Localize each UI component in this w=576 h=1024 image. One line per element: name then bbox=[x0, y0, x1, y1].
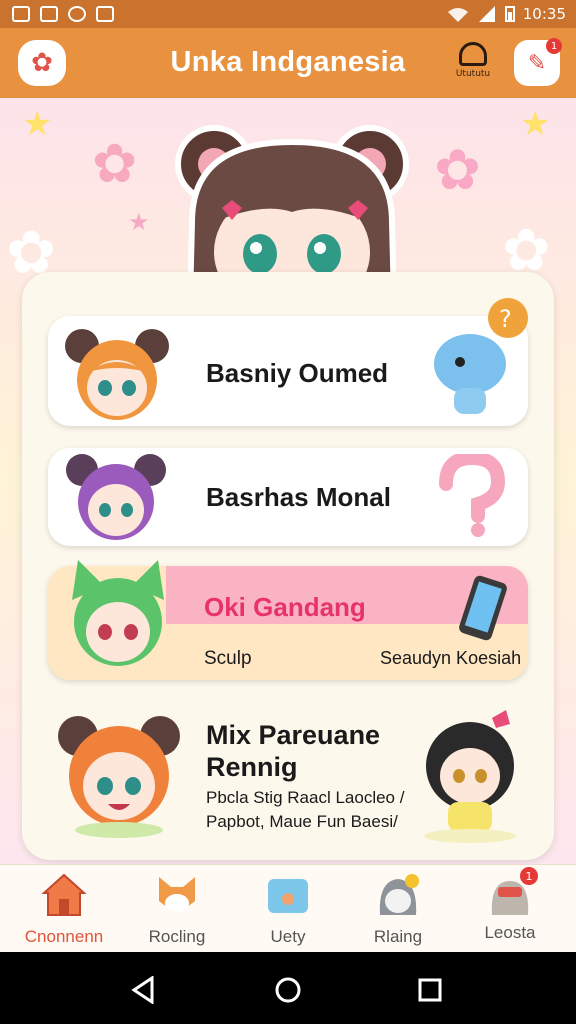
card-desc-line-1: Pbcla Stig Raacl Laocleo / bbox=[206, 788, 405, 807]
wifi-icon bbox=[447, 8, 468, 22]
blue-box-icon bbox=[268, 879, 308, 913]
nav-badge: 1 bbox=[520, 867, 538, 885]
card-title-line-2: Rennig bbox=[206, 752, 298, 782]
star-decoration-icon: ★ bbox=[22, 104, 53, 144]
card-title: Oki Gandang bbox=[204, 592, 366, 622]
back-icon[interactable] bbox=[130, 976, 156, 1004]
green-hair-avatar bbox=[72, 560, 164, 666]
orange-hair-smile-avatar bbox=[58, 716, 180, 838]
clock-text: 10:35 bbox=[522, 5, 566, 23]
character-card-basrhas[interactable]: Basrhas Monal bbox=[48, 448, 528, 546]
messenger-notification-icon bbox=[68, 6, 86, 22]
flower-decoration-icon: ✿ bbox=[92, 132, 138, 195]
card-title-line-1: Mix Pareuane bbox=[206, 720, 381, 750]
pink-question-mark-icon bbox=[439, 454, 506, 537]
nav-label: Rlaing bbox=[373, 927, 423, 946]
star-decoration-icon: ★ bbox=[520, 104, 551, 144]
signal-icon bbox=[478, 6, 495, 22]
recents-icon[interactable] bbox=[418, 978, 442, 1002]
mail-notification-icon bbox=[96, 6, 114, 22]
card-title: Basniy Oumed bbox=[206, 358, 389, 388]
home-circle-icon[interactable] bbox=[274, 976, 302, 1004]
nav-label: Rocling bbox=[148, 927, 206, 946]
home-icon bbox=[41, 873, 87, 916]
svg-text:?: ? bbox=[499, 305, 512, 333]
bell-button[interactable]: Utututu bbox=[448, 42, 498, 86]
bell-label: Utututu bbox=[455, 69, 491, 79]
character-card-basniy[interactable]: Basniy Oumed ? bbox=[48, 298, 528, 426]
app-bar: ✿ Unka Indganesia Utututu ✎ 1 bbox=[0, 28, 576, 98]
card-right-caption: Seaudyn Koesiah bbox=[380, 648, 522, 668]
notification-badge: 1 bbox=[546, 38, 562, 54]
character-card-oki[interactable]: Oki Gandang Sculp Seaudyn Koesiah bbox=[48, 560, 528, 680]
penguin-icon bbox=[379, 874, 419, 915]
nav-item-leosta[interactable]: 1 Leosta bbox=[460, 867, 560, 951]
status-bar: 10:35 bbox=[0, 0, 576, 28]
card-desc-line-2: Papbot, Maue Fun Baesi/ bbox=[206, 812, 398, 831]
star-decoration-icon: ★ bbox=[128, 208, 150, 236]
smartphone-icon bbox=[459, 575, 507, 641]
nav-item-rocling[interactable]: Rocling bbox=[127, 871, 227, 951]
card-left-caption: Sculp bbox=[204, 648, 252, 669]
nav-label: Cnonnenn bbox=[24, 927, 104, 946]
fox-icon bbox=[159, 877, 195, 912]
nav-label: Leosta bbox=[484, 923, 536, 942]
bell-icon bbox=[459, 42, 487, 66]
bottom-navigation: Cnonnenn Rocling Uety Rlaing 1 Leosta bbox=[0, 864, 576, 953]
nav-item-rlaing[interactable]: Rlaing bbox=[348, 871, 448, 951]
app-notification-icon bbox=[40, 6, 58, 22]
nav-item-home[interactable]: Cnonnenn bbox=[14, 871, 114, 951]
notifications-button[interactable]: ✎ 1 bbox=[514, 38, 562, 86]
nav-label: Uety bbox=[270, 927, 306, 946]
gallery-notification-icon bbox=[12, 6, 30, 22]
system-navigation-bar bbox=[0, 952, 576, 1024]
purple-hair-avatar bbox=[66, 454, 166, 540]
black-hair-girl-illustration bbox=[424, 710, 516, 843]
nav-item-uety[interactable]: Uety bbox=[238, 871, 338, 951]
battery-icon bbox=[504, 6, 515, 22]
orange-hair-avatar bbox=[65, 329, 169, 420]
note-icon: ✎ bbox=[527, 50, 547, 76]
flower-decoration-icon: ✿ bbox=[434, 138, 481, 203]
card-title: Basrhas Monal bbox=[206, 482, 391, 512]
blue-creature-illustration: ? bbox=[434, 298, 528, 414]
